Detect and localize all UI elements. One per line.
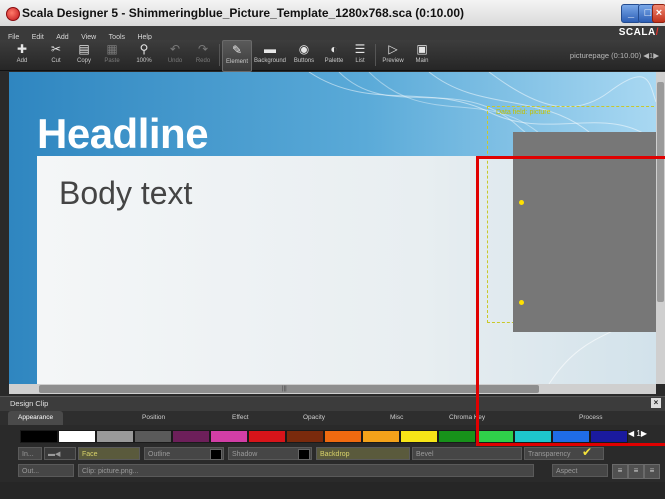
undo-button[interactable]: ↶ Undo bbox=[160, 40, 190, 70]
color-swatch[interactable] bbox=[400, 430, 438, 443]
window-title: Scala Designer 5 - Shimmeringblue_Pictur… bbox=[22, 6, 464, 20]
tab-appearance[interactable]: Appearance bbox=[8, 411, 64, 425]
highlight-outline bbox=[476, 156, 665, 446]
buttons-icon: ◉ bbox=[298, 42, 310, 56]
face-field[interactable]: Face bbox=[78, 447, 140, 460]
shadow-color-chip[interactable] bbox=[298, 449, 310, 460]
play-icon: ▷ bbox=[388, 42, 398, 56]
paste-icon: ▦ bbox=[106, 42, 118, 56]
in-transition-icons: ▬◀ bbox=[44, 447, 76, 460]
redo-icon: ↷ bbox=[197, 42, 209, 56]
align-right-icon[interactable]: ≡ bbox=[644, 464, 660, 479]
page-navigator[interactable]: picturepage (0:10.00) ◀1▶ bbox=[570, 51, 659, 60]
background-button[interactable]: ▬ Background bbox=[252, 40, 288, 70]
close-button[interactable]: × bbox=[652, 4, 665, 23]
preview-button[interactable]: ▷ Preview bbox=[378, 40, 408, 70]
color-swatch[interactable] bbox=[248, 430, 286, 443]
clip-row: Out... Clip: picture.png... Aspect ≡ ≡ ≡ bbox=[0, 464, 665, 479]
appearance-row: In... ▬◀ Face Outline Shadow Backdrop Be… bbox=[0, 445, 665, 461]
in-transition-field[interactable]: In... bbox=[18, 447, 42, 460]
add-button[interactable]: ✚ Add bbox=[6, 40, 38, 70]
panel-title: Design Clip bbox=[10, 399, 49, 408]
list-button[interactable]: ☰ List bbox=[348, 40, 372, 70]
color-swatch[interactable] bbox=[58, 430, 96, 443]
color-swatch[interactable] bbox=[20, 430, 58, 443]
zoom-icon: ⚲ bbox=[139, 42, 149, 56]
toolbar-separator bbox=[219, 44, 220, 66]
tab-misc[interactable]: Misc bbox=[390, 411, 403, 425]
pen-icon: ✎ bbox=[231, 43, 243, 57]
paste-button[interactable]: ▦ Paste bbox=[96, 40, 128, 70]
aspect-field[interactable]: Aspect bbox=[552, 464, 608, 477]
color-swatch[interactable] bbox=[324, 430, 362, 443]
title-bar: Scala Designer 5 - Shimmeringblue_Pictur… bbox=[0, 0, 665, 27]
align-left-icon[interactable]: ≡ bbox=[612, 464, 628, 479]
backdrop-field[interactable]: Backdrop bbox=[316, 447, 410, 460]
color-swatch[interactable] bbox=[96, 430, 134, 443]
headline-text[interactable]: Headline bbox=[37, 110, 209, 158]
color-swatch[interactable] bbox=[210, 430, 248, 443]
checkmark-icon: ✔ bbox=[582, 445, 593, 459]
horizontal-scroll-thumb[interactable] bbox=[39, 385, 539, 393]
zoom-dropdown[interactable]: ⚲ 100% bbox=[126, 40, 162, 70]
color-swatch[interactable] bbox=[172, 430, 210, 443]
outline-color-chip[interactable] bbox=[210, 449, 222, 460]
clip-path-field[interactable]: Clip: picture.png... bbox=[78, 464, 534, 477]
tab-position[interactable]: Position bbox=[142, 411, 165, 425]
tab-effect[interactable]: Effect bbox=[232, 411, 249, 425]
status-bar bbox=[0, 482, 665, 499]
palette-button[interactable]: ◐ Palette bbox=[320, 40, 348, 70]
scala-logo: SCALA/ bbox=[618, 27, 659, 38]
scroll-grip-icon: ||| bbox=[282, 386, 287, 392]
main-button[interactable]: ▣ Main bbox=[409, 40, 435, 70]
toolbar: ✚ Add ✂ Cut ▤ Copy ▦ Paste ⚲ 100% ↶ Undo ↷ Redo… bbox=[0, 40, 665, 72]
tab-opacity[interactable]: Opacity bbox=[303, 411, 325, 425]
palette-icon: ◐ bbox=[330, 42, 338, 56]
app-icon bbox=[6, 7, 20, 21]
color-swatch[interactable] bbox=[438, 430, 476, 443]
element-button[interactable]: ✎ Element bbox=[222, 40, 252, 72]
color-swatch[interactable] bbox=[286, 430, 324, 443]
color-swatch[interactable] bbox=[362, 430, 400, 443]
align-center-icon[interactable]: ≡ bbox=[628, 464, 644, 479]
background-icon: ▬ bbox=[264, 42, 276, 56]
color-swatch[interactable] bbox=[134, 430, 172, 443]
main-icon: ▣ bbox=[416, 42, 428, 56]
out-transition-field[interactable]: Out... bbox=[18, 464, 74, 477]
bevel-field[interactable]: Bevel bbox=[412, 447, 522, 460]
plus-icon: ✚ bbox=[16, 42, 28, 56]
data-field-label: Data field: picture bbox=[496, 109, 551, 116]
body-text[interactable]: Body text bbox=[59, 175, 192, 212]
redo-button[interactable]: ↷ Redo bbox=[188, 40, 218, 70]
list-icon: ☰ bbox=[354, 42, 366, 56]
toolbar-separator bbox=[375, 44, 376, 66]
undo-icon: ↶ bbox=[169, 42, 181, 56]
menu-bar: File Edit Add View Tools Help SCALA/ bbox=[0, 26, 665, 41]
buttons-button[interactable]: ◉ Buttons bbox=[290, 40, 318, 70]
